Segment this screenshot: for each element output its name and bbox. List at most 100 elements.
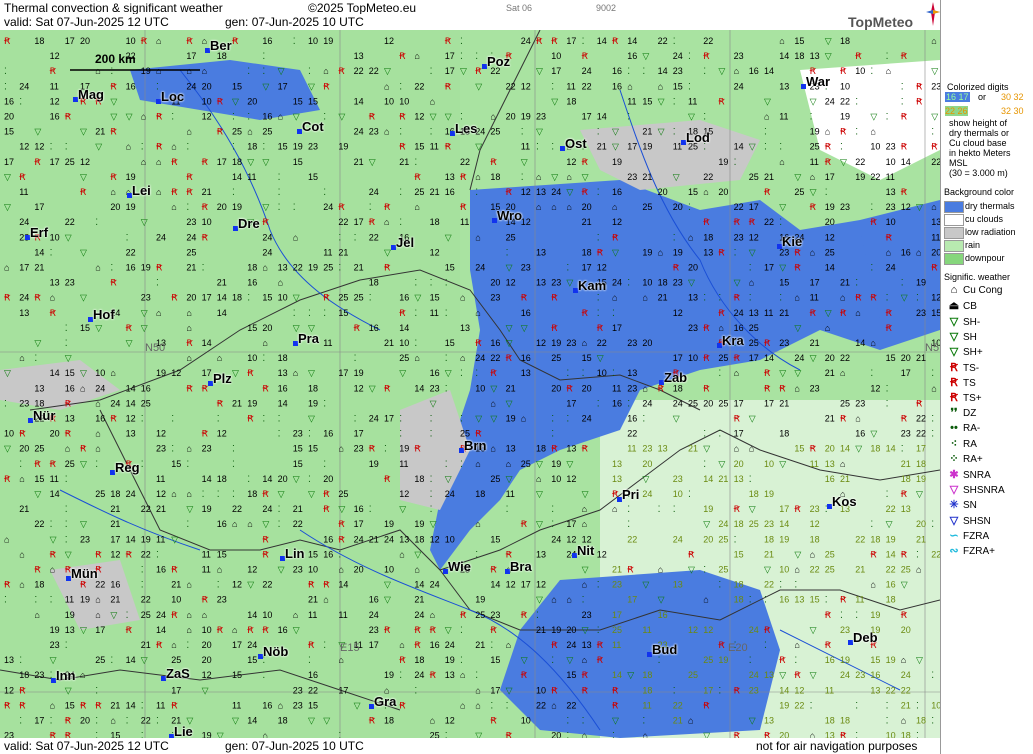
map-cell-symbol: ▽: [399, 368, 406, 378]
city-label[interactable]: Kra: [722, 333, 744, 348]
map-cell-symbol: 13: [794, 595, 804, 605]
map-cell-symbol: 14: [658, 66, 668, 76]
map-cell-symbol: 18: [840, 36, 850, 46]
map-cell-symbol: ⁚: [612, 368, 615, 378]
map-cell-symbol: 22: [764, 580, 774, 590]
map-cell-symbol: Ꞧ: [916, 398, 923, 408]
map-cell-symbol: ⁚: [171, 444, 174, 454]
map-cell-symbol: Ꞧ: [901, 489, 908, 499]
map-cell-symbol: 12: [110, 549, 120, 559]
city-label[interactable]: Dre: [238, 216, 260, 231]
map-cell-symbol: ⌂: [50, 293, 55, 303]
map-cell-symbol: 19: [293, 142, 303, 152]
city-label[interactable]: Plz: [213, 371, 232, 386]
map-cell-symbol: Ꞧ: [901, 112, 908, 122]
city-label[interactable]: Loc: [161, 89, 184, 104]
map-cell-symbol: 24: [354, 534, 364, 544]
map-cell-symbol: ▽: [141, 655, 148, 665]
city-label[interactable]: Nür: [33, 408, 55, 423]
map-cell-symbol: Ꞧ: [308, 580, 315, 590]
city-label[interactable]: ZaS: [166, 666, 190, 681]
city-label[interactable]: Hof: [93, 307, 115, 322]
city-label[interactable]: Bud: [652, 642, 677, 657]
map-cell-symbol: ⁚: [475, 51, 478, 61]
city-label[interactable]: Mag: [78, 87, 104, 102]
city-label[interactable]: Lod: [686, 130, 710, 145]
map-cell-symbol: ⁚: [278, 504, 281, 514]
city-label[interactable]: Wro: [497, 208, 522, 223]
map-cell-symbol: ⌂: [703, 187, 708, 197]
legend-wx-row: ❜❜ DZ: [945, 406, 976, 420]
city-label[interactable]: Inn: [56, 668, 76, 683]
city-label[interactable]: Lei: [132, 183, 151, 198]
map-cell-symbol: 10: [202, 217, 212, 227]
city-label[interactable]: Deb: [853, 630, 878, 645]
map-cell-symbol: 24: [369, 187, 379, 197]
city-label[interactable]: Nöb: [263, 644, 288, 659]
city-label[interactable]: Les: [455, 121, 477, 136]
map-cell-symbol: ⁚: [50, 595, 53, 605]
map-cell-symbol: ⌂: [414, 51, 419, 61]
map-cell-symbol: ▽: [688, 565, 695, 575]
city-label[interactable]: Reg: [115, 460, 140, 475]
map-cell-symbol: ⁚: [551, 655, 554, 665]
map-cell-symbol: ⌂: [734, 444, 739, 454]
map-cell-symbol: Ꞧ: [95, 549, 102, 559]
map-cell-symbol: 12: [688, 625, 698, 635]
map-cell-symbol: 10: [278, 293, 288, 303]
map-cell-symbol: 22: [886, 565, 896, 575]
map-cell-symbol: 24: [582, 66, 592, 76]
map-cell-symbol: Ꞧ: [870, 549, 877, 559]
city-label[interactable]: Pri: [622, 487, 639, 502]
city-label[interactable]: Erf: [30, 225, 48, 240]
map-cell-symbol: 19: [369, 459, 379, 469]
city-label[interactable]: Cot: [302, 119, 324, 134]
map-cell-symbol: 25: [399, 353, 409, 363]
city-label[interactable]: Mün: [71, 566, 98, 581]
city-label[interactable]: Pra: [298, 331, 319, 346]
city-label[interactable]: Kie: [782, 234, 802, 249]
map-cell-symbol: 25: [825, 549, 835, 559]
city-label[interactable]: Wie: [448, 559, 471, 574]
map-cell-symbol: 11: [612, 640, 621, 650]
map-cell-symbol: Ꞧ: [886, 323, 893, 333]
map-cell-symbol: ▽: [642, 51, 649, 61]
map-cell-symbol: ⌂: [901, 716, 906, 726]
city-label[interactable]: Nit: [577, 543, 594, 558]
city-label[interactable]: Kos: [832, 494, 857, 509]
city-label[interactable]: Brn: [464, 438, 486, 453]
city-label[interactable]: Poz: [487, 54, 510, 69]
map-cell-symbol: 21: [232, 398, 242, 408]
map-cell-symbol: Ꞧ: [764, 383, 771, 393]
city-label[interactable]: Lie: [174, 724, 193, 738]
city-label[interactable]: Jel: [396, 235, 414, 250]
map-cell-symbol: ⌂: [186, 308, 191, 318]
map-cell-symbol: 24: [414, 670, 424, 680]
map-cell-symbol: 23: [582, 610, 592, 620]
city-label[interactable]: Ost: [565, 136, 587, 151]
city-label[interactable]: Lin: [285, 546, 305, 561]
city-label[interactable]: War: [806, 74, 830, 89]
map-cell-symbol: 21: [916, 353, 926, 363]
city-label[interactable]: Kam: [578, 278, 606, 293]
map-cell-symbol: Ꞧ: [171, 610, 178, 620]
map-cell-symbol: 10: [673, 489, 683, 499]
map-cell-symbol: Ꞧ: [247, 368, 254, 378]
city-label[interactable]: Bra: [510, 559, 532, 574]
disclaimer: not for air navigation purposes: [756, 739, 918, 753]
map-cell-symbol: 24: [369, 414, 379, 424]
map-cell-symbol: ⁚: [901, 81, 904, 91]
map-cell-symbol: 17: [278, 81, 288, 91]
map-cell-symbol: ⁚: [703, 565, 706, 575]
map-cell-symbol: Ꞧ: [110, 81, 117, 91]
forecast-map[interactable]: Ꞧ 18 17 20 10 Ꞧ ⌂ Ꞧ ⌂ Ꞧ 16 ⁚ 10 19 12 Ꞧ ⁚ 24 Ꞧ Ꞧ 17 ⁚ 14 Ꞧ 14 22 ⁚…: [0, 30, 940, 738]
map-cell-symbol: 23: [80, 534, 90, 544]
map-cell-symbol: 10: [886, 731, 896, 738]
city-label[interactable]: Zab: [664, 370, 687, 385]
city-label[interactable]: Gra: [374, 694, 396, 709]
map-cell-symbol: 19: [65, 610, 75, 620]
city-label[interactable]: Ber: [210, 38, 232, 53]
map-cell-symbol: ⌂: [141, 112, 146, 122]
map-cell-symbol: 25: [141, 610, 151, 620]
map-cell-symbol: 19: [916, 278, 926, 288]
